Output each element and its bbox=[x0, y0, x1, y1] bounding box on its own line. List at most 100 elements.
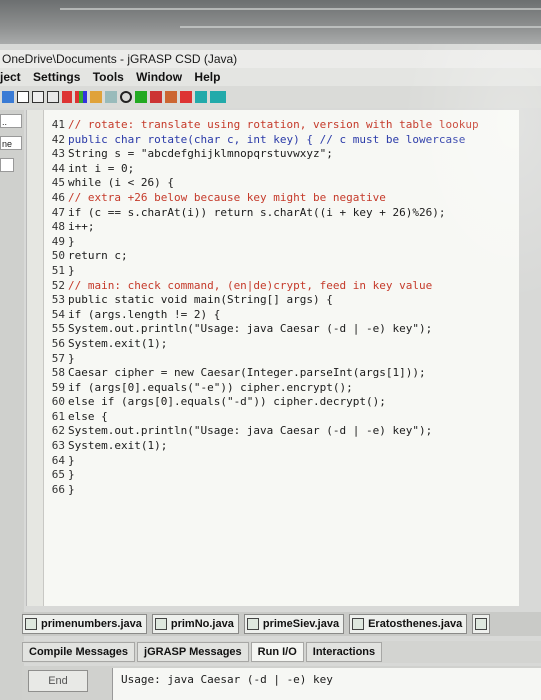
line-number: 63 bbox=[51, 439, 65, 453]
menu-tools[interactable]: Tools bbox=[93, 70, 124, 84]
code-line[interactable]: 55 System.out.println("Usage: java Caesar… bbox=[43, 322, 479, 337]
code-text: System.exit(1); bbox=[68, 439, 168, 453]
line-number: 41 bbox=[51, 118, 65, 131]
menu-project[interactable]: ject bbox=[0, 70, 21, 84]
java-file-icon bbox=[246, 618, 259, 630]
code-line[interactable]: 57} bbox=[43, 352, 479, 367]
code-line[interactable]: 49} bbox=[43, 235, 479, 250]
code-text: public char rotate(char c, int key) { //… bbox=[68, 132, 466, 146]
line-number: 54 bbox=[51, 307, 65, 321]
file-tab-more[interactable] bbox=[472, 614, 491, 634]
toolbar bbox=[0, 86, 541, 108]
uml-icon[interactable] bbox=[105, 91, 117, 103]
line-number: 46 bbox=[51, 190, 65, 204]
line-number: 57 bbox=[51, 351, 65, 365]
line-number: 48 bbox=[51, 220, 65, 234]
end-button[interactable]: End bbox=[28, 670, 88, 692]
code-line[interactable]: 52// main: check command, (en|de)crypt, … bbox=[43, 279, 479, 294]
menu-window[interactable]: Window bbox=[136, 70, 182, 84]
code-line[interactable]: 56 System.exit(1); bbox=[43, 337, 479, 352]
line-number: 59 bbox=[51, 380, 65, 394]
file-tab-primesiev[interactable]: primeSiev.java bbox=[243, 614, 345, 634]
tab-compile-messages[interactable]: Compile Messages bbox=[22, 642, 136, 662]
panel-icon[interactable] bbox=[210, 91, 226, 103]
code-text: Caesar cipher = new Caesar(Integer.parse… bbox=[68, 366, 426, 380]
code-line[interactable]: 45 while (i < 26) { bbox=[43, 176, 479, 191]
code-text: else { bbox=[68, 409, 108, 423]
source-code[interactable]: 41// rotate: translate using rotation, v… bbox=[43, 118, 479, 497]
save-icon[interactable] bbox=[32, 91, 44, 103]
code-line[interactable]: 63 System.exit(1); bbox=[43, 439, 479, 454]
code-text: } bbox=[68, 482, 75, 496]
code-text: } bbox=[68, 234, 75, 248]
code-text: i++; bbox=[68, 220, 95, 234]
desk-background bbox=[0, 0, 541, 44]
class-icon[interactable] bbox=[90, 91, 102, 103]
code-line[interactable]: 61 else { bbox=[43, 410, 479, 425]
code-line[interactable]: 60 else if (args[0].equals("-d")) cipher.… bbox=[43, 395, 479, 410]
line-number: 45 bbox=[51, 176, 65, 190]
tab-interactions[interactable]: Interactions bbox=[305, 642, 383, 662]
file-tabs: primenumbers.java primNo.java primeSiev.… bbox=[22, 612, 541, 636]
chart-icon[interactable] bbox=[75, 91, 87, 103]
filter-dropdown[interactable]: ne bbox=[0, 136, 22, 150]
scroll-arrow-icon[interactable] bbox=[0, 158, 14, 172]
code-line[interactable]: 58 Caesar cipher = new Caesar(Integer.par… bbox=[43, 366, 479, 381]
line-number: 49 bbox=[51, 234, 65, 248]
code-line[interactable]: 64} bbox=[43, 454, 479, 469]
line-number: 43 bbox=[51, 147, 65, 161]
stop-icon[interactable] bbox=[150, 91, 162, 103]
code-line[interactable]: 46// extra +26 below because key might b… bbox=[43, 191, 479, 206]
code-line[interactable]: 42 public char rotate(char c, int key) { … bbox=[43, 133, 479, 148]
code-line[interactable]: 65} bbox=[43, 468, 479, 483]
browse-pane: .. ne bbox=[0, 110, 24, 700]
code-line[interactable]: 51} bbox=[43, 264, 479, 279]
code-line[interactable]: 54 if (args.length != 2) { bbox=[43, 308, 479, 323]
file-tab-label: primeSiev.java bbox=[262, 618, 340, 630]
menu-bar: ject Settings Tools Window Help bbox=[0, 68, 541, 86]
code-line[interactable]: 47 if (c == s.charAt(i)) return s.charAt(… bbox=[43, 206, 479, 221]
code-line[interactable]: 50 return c; bbox=[43, 249, 479, 264]
code-text: // rotate: translate using rotation, ver… bbox=[68, 118, 479, 131]
run-output-text: Usage: java Caesar (-d | -e) key bbox=[121, 673, 333, 686]
debug-icon[interactable] bbox=[120, 91, 132, 103]
code-line[interactable]: 44 int i = 0; bbox=[43, 162, 479, 177]
code-line[interactable]: 53 public static void main(String[] args)… bbox=[43, 293, 479, 308]
tool-icon[interactable] bbox=[165, 91, 177, 103]
jgrasp-window: OneDrive\Documents - jGRASP CSD (Java) j… bbox=[0, 44, 541, 700]
line-number: 53 bbox=[51, 293, 65, 307]
line-number: 65 bbox=[51, 468, 65, 482]
desk-line bbox=[60, 8, 541, 10]
code-text: System.out.println("Usage: java Caesar (… bbox=[68, 322, 433, 336]
code-text: return c; bbox=[68, 249, 128, 263]
file-tab-eratosthenes[interactable]: Eratosthenes.java bbox=[349, 614, 468, 634]
code-line[interactable]: 41// rotate: translate using rotation, v… bbox=[43, 118, 479, 133]
new-file-icon[interactable] bbox=[2, 91, 14, 103]
file-tab-primno[interactable]: primNo.java bbox=[151, 614, 239, 634]
code-text: int i = 0; bbox=[68, 161, 135, 175]
menu-settings[interactable]: Settings bbox=[33, 70, 80, 84]
code-line[interactable]: 62 System.out.println("Usage: java Caesar… bbox=[43, 424, 479, 439]
editor-gutter bbox=[27, 110, 44, 606]
compile-icon[interactable] bbox=[62, 91, 72, 103]
view-icon[interactable] bbox=[195, 91, 207, 103]
open-icon[interactable] bbox=[17, 91, 29, 103]
print-icon[interactable] bbox=[47, 91, 59, 103]
tab-run-io[interactable]: Run I/O bbox=[250, 642, 304, 662]
menu-help[interactable]: Help bbox=[194, 70, 220, 84]
grid-icon[interactable] bbox=[180, 91, 192, 103]
code-editor[interactable]: 41// rotate: translate using rotation, v… bbox=[26, 110, 519, 606]
tab-jgrasp-messages[interactable]: jGRASP Messages bbox=[137, 642, 249, 662]
run-plus-icon[interactable] bbox=[135, 91, 147, 103]
run-output-area[interactable]: Usage: java Caesar (-d | -e) key bbox=[112, 668, 541, 700]
code-text: } bbox=[68, 351, 75, 365]
code-line[interactable]: 59 if (args[0].equals("-e")) cipher.encry… bbox=[43, 381, 479, 396]
browse-dropdown[interactable]: .. bbox=[0, 114, 22, 128]
code-text: System.exit(1); bbox=[68, 336, 168, 350]
file-tab-primenumbers[interactable]: primenumbers.java bbox=[22, 614, 147, 634]
line-number: 62 bbox=[51, 424, 65, 438]
line-number: 51 bbox=[51, 263, 65, 277]
code-line[interactable]: 43 String s = "abcdefghijklmnopqrstuvwxyz… bbox=[43, 147, 479, 162]
code-line[interactable]: 66} bbox=[43, 483, 479, 498]
code-line[interactable]: 48 i++; bbox=[43, 220, 479, 235]
